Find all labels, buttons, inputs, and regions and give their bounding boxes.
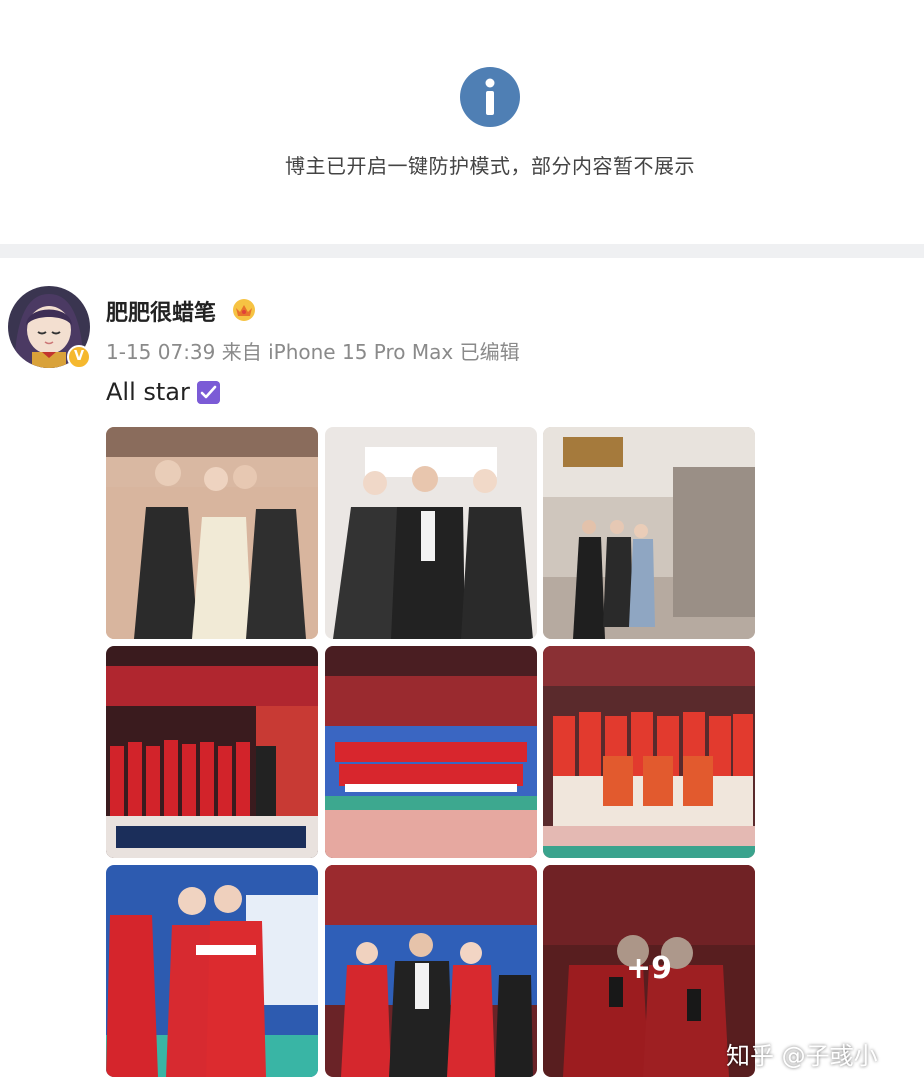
username[interactable]: 肥肥很蜡笔 (106, 295, 216, 327)
photo-team-court-group[interactable] (325, 646, 537, 858)
crown-badge-icon[interactable] (231, 297, 257, 321)
photo-team-jerseys-court[interactable] (543, 646, 755, 858)
info-icon (460, 67, 520, 127)
verified-v-icon: V (67, 345, 91, 369)
watermark: 知乎 @子彧小 (726, 1042, 878, 1070)
photo-lobby-group[interactable] (543, 427, 755, 639)
section-divider (0, 244, 924, 258)
protection-notice: 博主已开启一键防护模式，部分内容暂不展示 (0, 0, 924, 244)
photo-two-women-with-man[interactable] (325, 427, 537, 639)
more-images-count[interactable]: +9 (543, 951, 755, 986)
photo-three-women-backstage[interactable] (106, 427, 318, 639)
photo-players-with-man[interactable] (325, 865, 537, 1077)
photo-team-red-uniforms-stage[interactable] (106, 646, 318, 858)
post-text: All star (106, 378, 190, 406)
photo-players-holding-phones[interactable]: +9 (543, 865, 755, 1077)
post-meta: 1-15 07:39 来自 iPhone 15 Pro Max 已编辑 (106, 340, 520, 364)
check-box-emoji-icon (197, 381, 220, 404)
photo-two-players-red-jackets[interactable] (106, 865, 318, 1077)
notice-text: 博主已开启一键防护模式，部分内容暂不展示 (285, 154, 695, 178)
